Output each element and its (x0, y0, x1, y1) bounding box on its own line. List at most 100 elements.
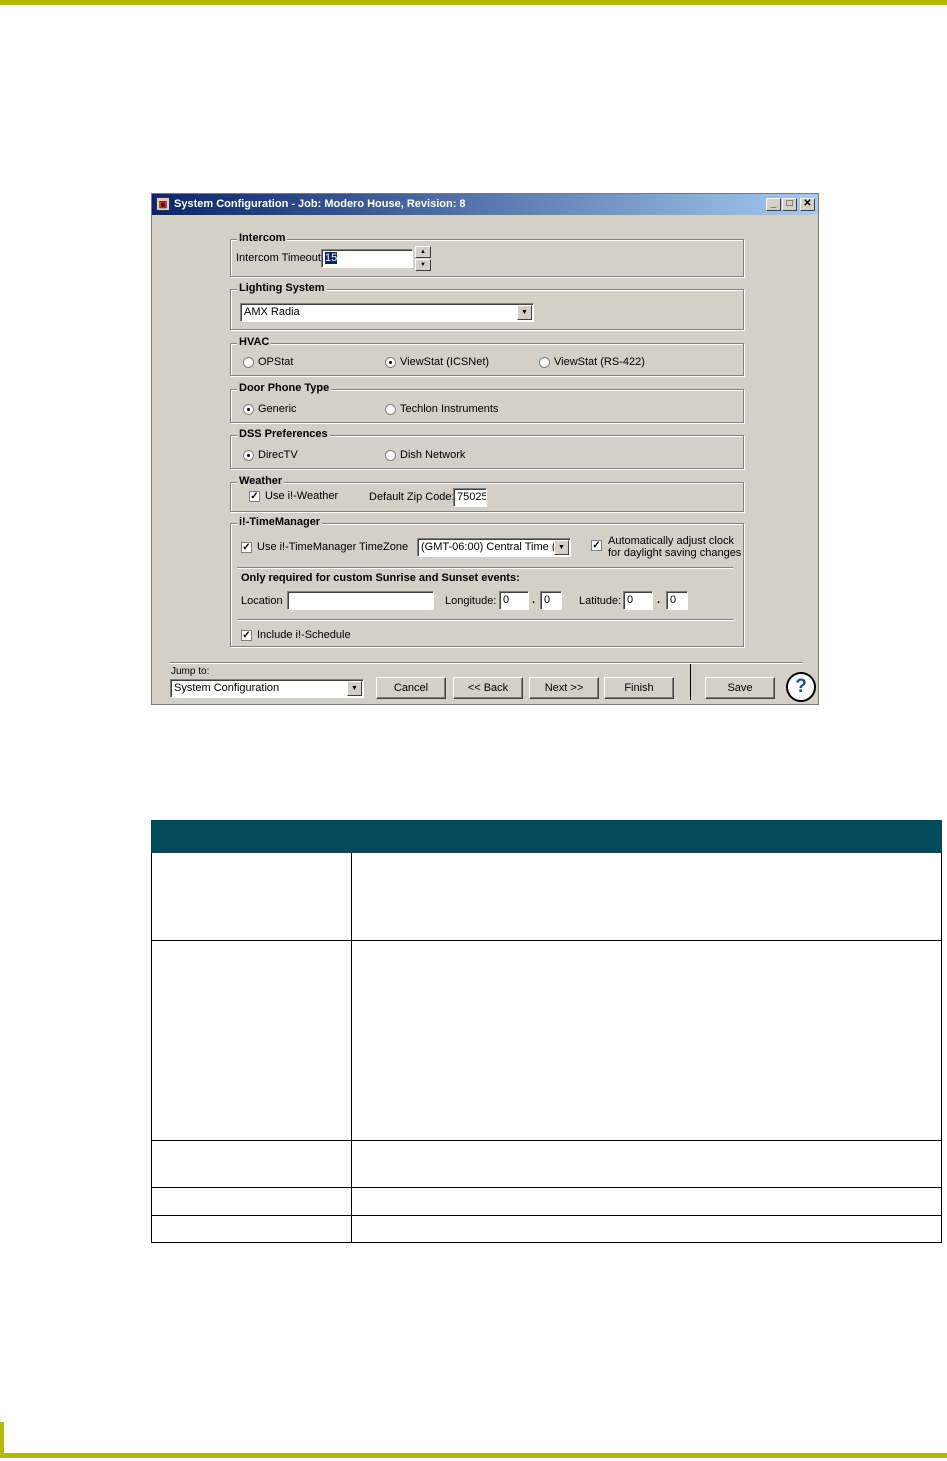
lighting-system-select[interactable]: AMX Radia ▼ (240, 303, 534, 322)
app-icon: ▣ (156, 197, 170, 211)
intercom-group-label: Intercom (237, 232, 288, 244)
timemanager-group-label: i!-TimeManager (237, 516, 323, 528)
divider (237, 619, 733, 621)
dss-group-label: DSS Preferences (237, 428, 330, 440)
auto-adjust-line1: Automatically adjust clock (608, 535, 734, 547)
auto-adjust-clock-checkbox[interactable]: ✓ (591, 540, 602, 551)
weather-group-label: Weather (237, 475, 285, 487)
table-cell (151, 1187, 352, 1216)
table-row (151, 1187, 942, 1216)
jump-to-select[interactable]: System Configuration ▼ (170, 679, 364, 698)
intercom-timeout-input[interactable]: 15 (321, 249, 413, 268)
close-button[interactable]: ✕ (800, 198, 815, 211)
longitude-minutes-input[interactable]: 0 (540, 591, 562, 610)
lighting-group: Lighting System AMX Radia ▼ (230, 282, 744, 330)
divider (237, 567, 733, 569)
table-header-row (151, 820, 942, 853)
bottom-accent-rule (0, 1453, 947, 1458)
footer-vertical-separator (690, 664, 691, 700)
table-cell (351, 1187, 942, 1216)
timemanager-group: i!-TimeManager ✓ Use i!-TimeManager Time… (230, 516, 744, 647)
dss-radio-dish[interactable] (385, 450, 396, 461)
cancel-button[interactable]: Cancel (376, 677, 446, 699)
spin-up-button[interactable]: ▲ (415, 246, 431, 258)
lighting-group-label: Lighting System (237, 282, 327, 294)
save-button[interactable]: Save (705, 677, 775, 699)
latitude-degrees-input[interactable]: 0 (623, 591, 653, 610)
table-row (151, 940, 942, 1141)
zip-code-label: Default Zip Code: (369, 491, 455, 503)
minimize-button[interactable]: _ (766, 198, 781, 211)
help-icon[interactable]: ? (786, 672, 816, 702)
hvac-radio-opstat[interactable] (243, 357, 254, 368)
jump-to-label: Jump to: (171, 666, 210, 677)
latitude-minutes-input[interactable]: 0 (666, 591, 688, 610)
door-phone-radio-generic[interactable] (243, 404, 254, 415)
auto-adjust-line2: for daylight saving changes (608, 547, 742, 559)
back-button[interactable]: << Back (453, 677, 523, 699)
dss-option-label: Dish Network (400, 449, 466, 461)
door-phone-group: Door Phone Type Generic Techlon Instrume… (230, 382, 744, 423)
chevron-down-icon[interactable]: ▼ (347, 681, 362, 696)
chevron-down-icon[interactable]: ▼ (517, 305, 532, 320)
table-cell (351, 852, 942, 941)
table-row (151, 1215, 942, 1243)
dss-group: DSS Preferences DirecTV Dish Network (230, 428, 744, 469)
door-phone-option-label: Techlon Instruments (400, 403, 499, 415)
window-title: System Configuration - Job: Modero House… (174, 198, 466, 210)
table-row (151, 852, 942, 941)
weather-group: Weather ✓ Use i!-Weather Default Zip Cod… (230, 475, 744, 512)
maximize-button[interactable]: □ (782, 198, 797, 211)
lighting-system-value: AMX Radia (244, 306, 300, 318)
hvac-option-label: ViewStat (RS-422) (554, 356, 645, 368)
hvac-group: HVAC OPStat ViewStat (ICSNet) ViewStat (… (230, 336, 744, 376)
include-schedule-checkbox[interactable]: ✓ (241, 630, 252, 641)
intercom-group: Intercom Intercom Timeout: 15 ▲ ▼ (230, 232, 744, 277)
intercom-timeout-label: Intercom Timeout: (236, 252, 325, 264)
latitude-dot: . (657, 594, 661, 606)
chevron-down-icon[interactable]: ▼ (554, 540, 569, 555)
timezone-value: (GMT-06:00) Central Time (U: (421, 541, 567, 553)
location-input[interactable] (287, 591, 434, 610)
next-button[interactable]: Next >> (529, 677, 599, 699)
jump-to-value: System Configuration (174, 682, 280, 694)
use-timemanager-checkbox[interactable]: ✓ (241, 542, 252, 553)
footer-divider (169, 662, 803, 664)
finish-button[interactable]: Finish (604, 677, 674, 699)
table-row (151, 1140, 942, 1188)
table-cell (351, 1140, 942, 1188)
zip-code-input[interactable]: 75025 (453, 488, 487, 507)
table-cell (351, 1215, 942, 1243)
table-header-cell (151, 820, 942, 853)
hvac-option-label: OPStat (258, 356, 294, 368)
table-cell (151, 1140, 352, 1188)
hvac-option-label: ViewStat (ICSNet) (400, 356, 490, 368)
use-weather-checkbox[interactable]: ✓ (249, 491, 260, 502)
latitude-label: Latitude: (579, 595, 622, 607)
table-cell (151, 852, 352, 941)
title-bar: ▣ System Configuration - Job: Modero Hou… (152, 194, 818, 215)
door-phone-option-label: Generic (258, 403, 297, 415)
longitude-label: Longitude: (445, 595, 497, 607)
spin-down-button[interactable]: ▼ (415, 259, 431, 271)
table-cell (151, 940, 352, 1141)
use-timemanager-label: Use i!-TimeManager (257, 541, 357, 553)
use-weather-label: Use i!-Weather (265, 490, 339, 502)
include-schedule-label: Include i!-Schedule (257, 629, 351, 641)
custom-events-heading: Only required for custom Sunrise and Sun… (241, 572, 520, 584)
timezone-select[interactable]: (GMT-06:00) Central Time (U: ▼ (417, 538, 571, 557)
timezone-label: TimeZone (359, 541, 409, 553)
description-table (151, 820, 942, 1243)
hvac-radio-viewstat-icsnet[interactable] (385, 357, 396, 368)
table-cell (151, 1215, 352, 1243)
longitude-dot: . (532, 594, 536, 606)
door-phone-radio-techlon[interactable] (385, 404, 396, 415)
location-label: Location (241, 595, 283, 607)
dss-radio-directv[interactable] (243, 450, 254, 461)
longitude-degrees-input[interactable]: 0 (499, 591, 529, 610)
table-cell (351, 940, 942, 1141)
door-phone-group-label: Door Phone Type (237, 382, 332, 394)
system-configuration-window: ▣ System Configuration - Job: Modero Hou… (151, 193, 819, 705)
hvac-group-label: HVAC (237, 336, 272, 348)
hvac-radio-viewstat-rs422[interactable] (539, 357, 550, 368)
